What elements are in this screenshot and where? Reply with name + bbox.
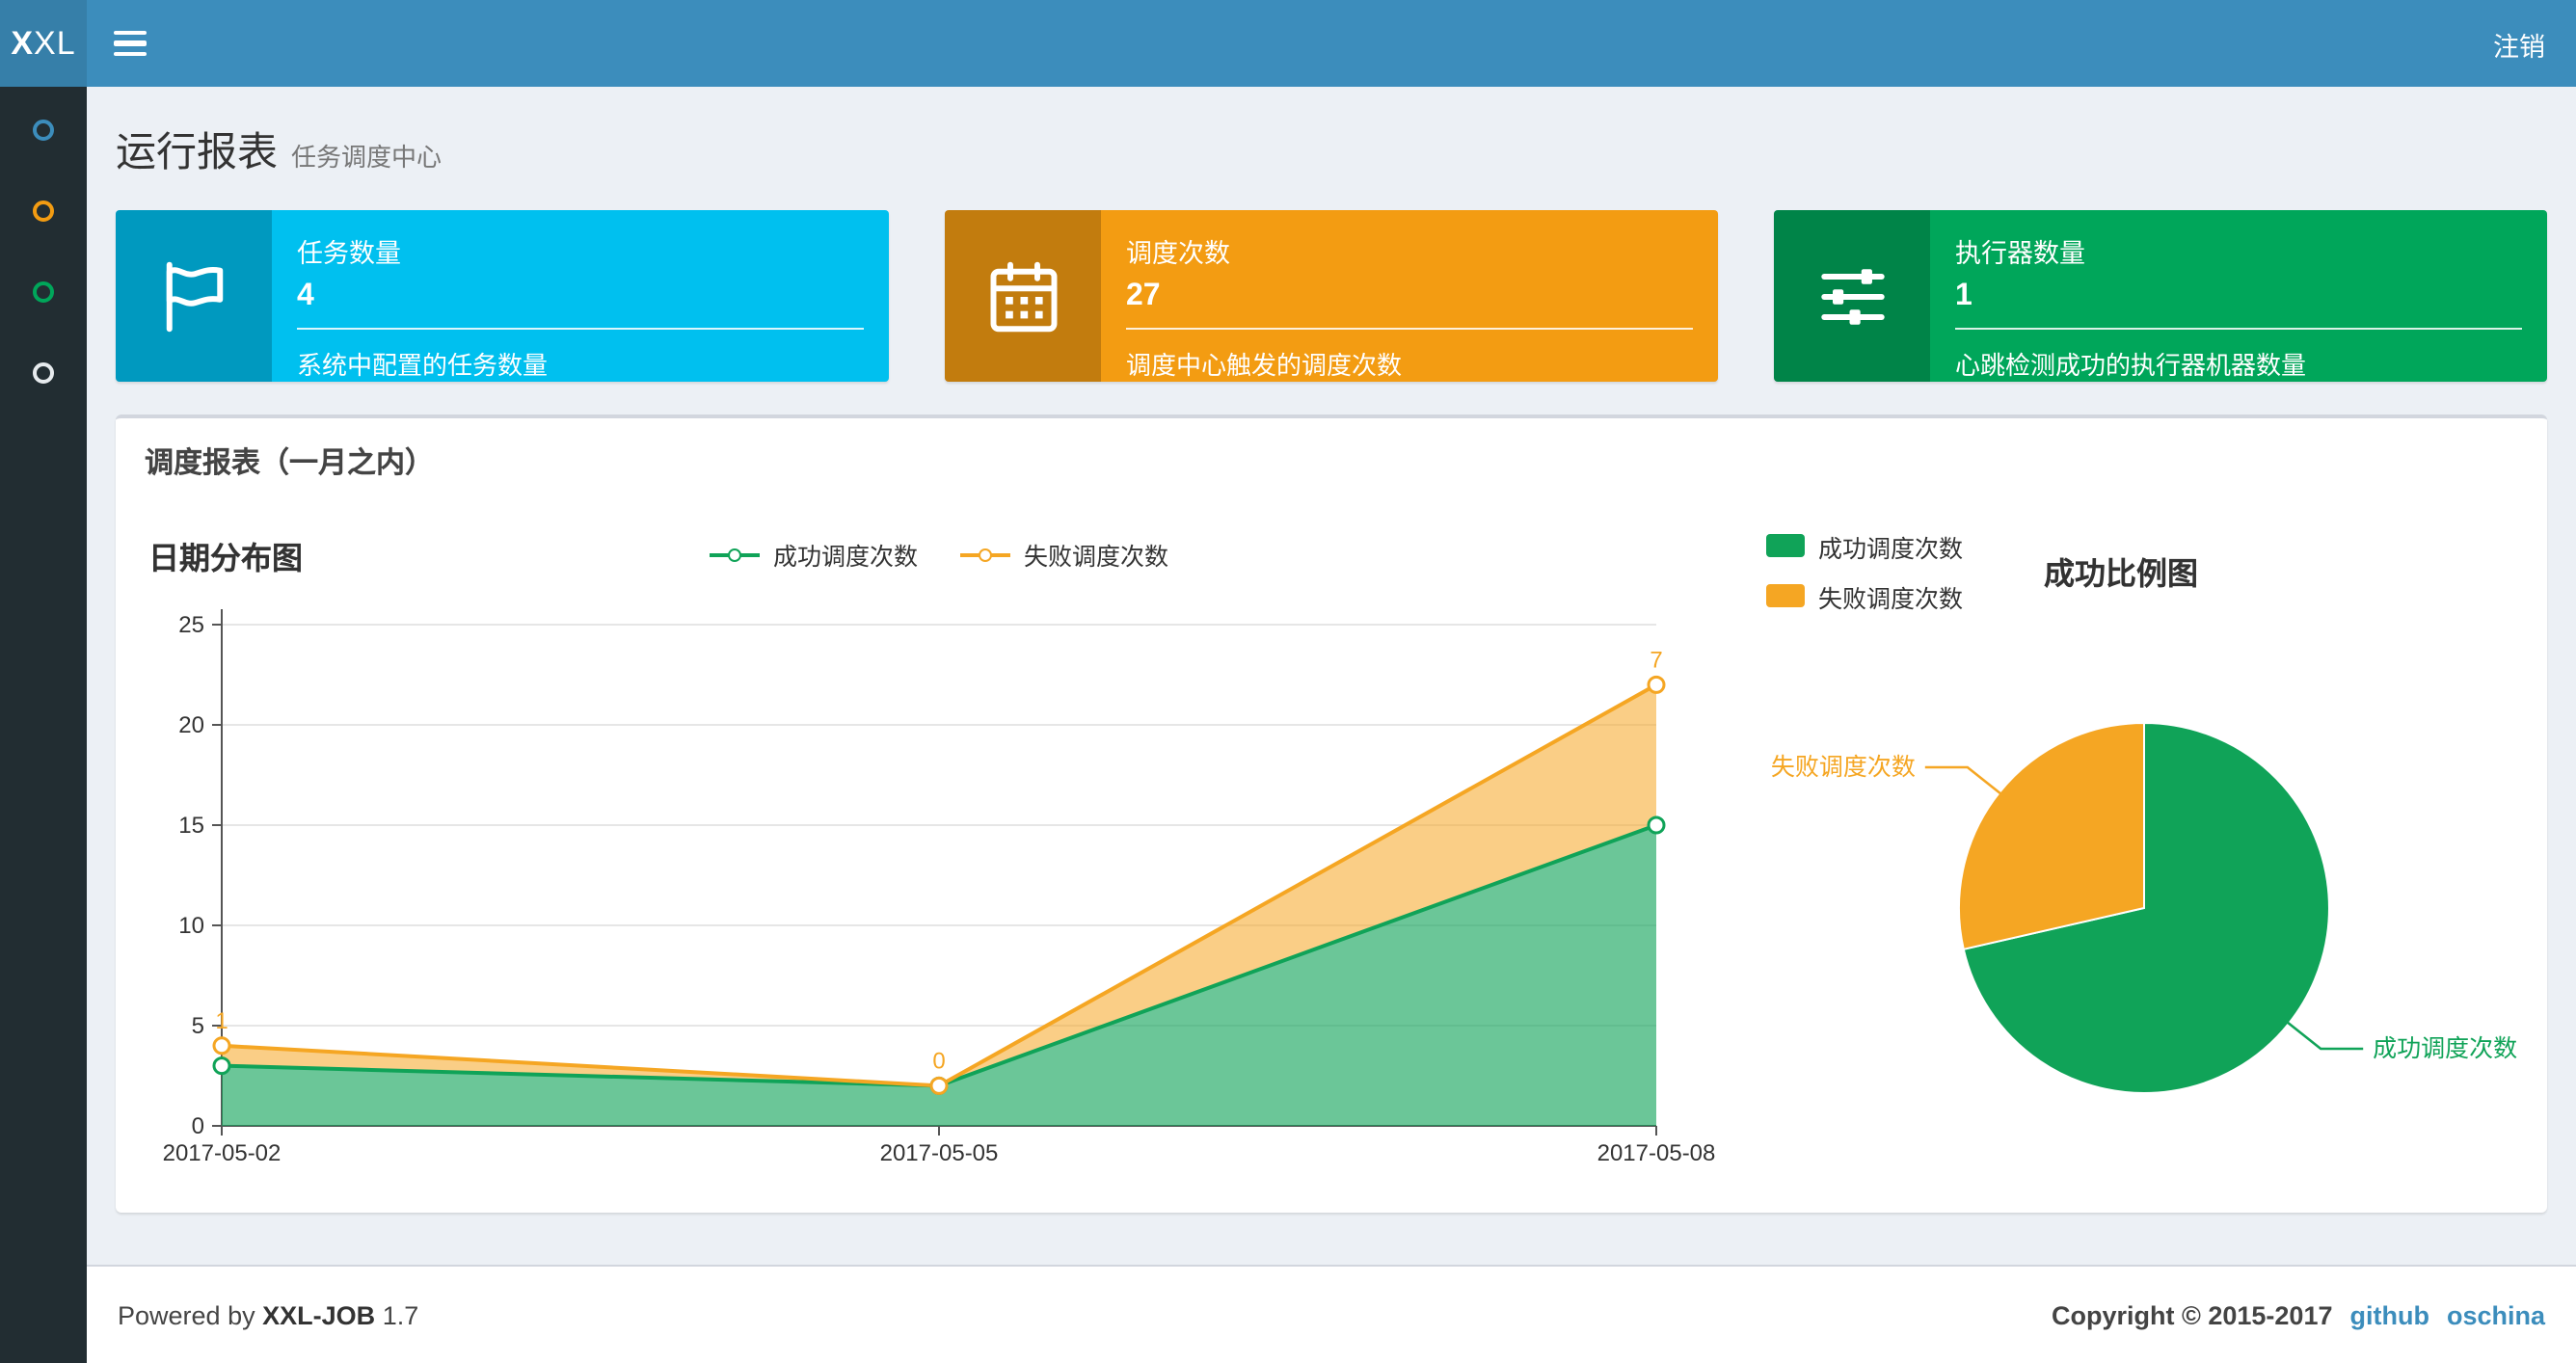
line-chart-title: 日期分布图 (148, 544, 304, 576)
legend-label: 失败调度次数 (1024, 544, 1169, 571)
svg-text:5: 5 (192, 1013, 204, 1039)
footer-right: Copyright © 2015-2017 github oschina (2052, 1300, 2545, 1329)
line-chart-legend: 成功调度次数 失败调度次数 (688, 528, 1190, 573)
info-box-desc: 心跳检测成功的执行器机器数量 (1955, 351, 2307, 380)
data-point (1647, 675, 1666, 694)
legend-swatch-icon (1766, 534, 1805, 557)
svg-text:25: 25 (178, 612, 204, 638)
pie-chart-legend: 成功调度次数 失败调度次数 (1766, 527, 1963, 614)
flag-icon (116, 210, 272, 382)
oschina-link[interactable]: oschina (2447, 1300, 2545, 1329)
info-box-triggers: 调度次数 27 调度中心触发的调度次数 (945, 210, 1718, 382)
legend-item[interactable]: 失败调度次数 (1766, 577, 1963, 614)
menu-item-report[interactable] (33, 120, 54, 141)
info-box-desc: 系统中配置的任务数量 (297, 351, 549, 380)
data-point (1647, 815, 1666, 835)
info-box-value: 4 (297, 280, 314, 312)
data-point (212, 1036, 231, 1056)
sidebar (0, 87, 87, 1363)
svg-text:0: 0 (932, 1048, 945, 1074)
logo-text-bold: X (11, 24, 35, 61)
page-title-text: 运行报表 (116, 131, 278, 175)
info-box-executors: 执行器数量 1 心跳检测成功的执行器机器数量 (1774, 210, 2547, 382)
line-chart-header: 日期分布图 成功调度次数 失败调度次数 (145, 528, 1733, 586)
legend-item[interactable]: 成功调度次数 (1766, 527, 1963, 564)
legend-label: 失败调度次数 (1818, 585, 1964, 612)
info-box-title: 执行器数量 (1955, 239, 2085, 268)
page-header: 运行报表 任务调度中心 (87, 87, 2576, 179)
legend-label: 成功调度次数 (772, 544, 918, 571)
line-chart-area: 日期分布图 成功调度次数 失败调度次数 0 5 10 15 20 25 2017-05-02 2… (145, 528, 1733, 1176)
svg-text:2017-05-02: 2017-05-02 (163, 1140, 282, 1166)
legend-item[interactable]: 成功调度次数 (709, 536, 918, 573)
svg-text:失败调度次数: 失败调度次数 (1771, 754, 1916, 781)
pie-chart-canvas: 成功调度次数 失败调度次数 (1771, 721, 2517, 1094)
logo-text: XL (34, 24, 76, 61)
page-subtitle: 任务调度中心 (291, 143, 443, 172)
svg-text:2017-05-08: 2017-05-08 (1597, 1140, 1716, 1166)
legend-line-marker-icon (960, 548, 1010, 561)
pie-chart-area: 成功调度次数 失败调度次数 成功比例图 成功调度次数 失败调度次数 (1766, 528, 2518, 1176)
hamburger-icon (114, 30, 147, 36)
main-content: 运行报表 任务调度中心 任务数量 4 系统中配置的任务数量 调度次数 27 调度… (87, 87, 2576, 1265)
info-box-divider (1955, 328, 2522, 330)
legend-swatch-icon (1766, 584, 1805, 607)
calendar-icon (945, 210, 1101, 382)
data-point (929, 1076, 949, 1095)
info-box-title: 调度次数 (1126, 239, 1230, 268)
github-link[interactable]: github (2350, 1300, 2429, 1329)
info-box-desc: 调度中心触发的调度次数 (1126, 351, 1403, 380)
svg-text:0: 0 (192, 1113, 204, 1139)
svg-text:1: 1 (215, 1008, 228, 1034)
powered-prefix: Powered by (118, 1300, 255, 1329)
svg-text:20: 20 (178, 712, 204, 738)
info-box-jobs: 任务数量 4 系统中配置的任务数量 (116, 210, 889, 382)
brand-name: XXL-JOB (262, 1300, 376, 1329)
svg-text:2017-05-05: 2017-05-05 (880, 1140, 999, 1166)
sliders-icon (1774, 210, 1930, 382)
pie-chart-header: 成功调度次数 失败调度次数 成功比例图 (1766, 528, 2518, 613)
menu-item-job-manage[interactable] (33, 200, 54, 222)
info-box-divider (297, 328, 864, 330)
app-root: X XL 注销 运行报表 任务调度中心 任务数量 4 系统中配置的任务数量 调度… (0, 0, 2576, 1363)
legend-label: 成功调度次数 (1818, 535, 1964, 562)
brand-version: 1.7 (382, 1300, 419, 1329)
info-box-row: 任务数量 4 系统中配置的任务数量 调度次数 27 调度中心触发的调度次数 执行… (87, 210, 2576, 382)
pie-chart-title: 成功比例图 (2044, 559, 2199, 592)
logout-link[interactable]: 注销 (2462, 0, 2576, 87)
hamburger-icon (114, 40, 147, 46)
svg-text:15: 15 (178, 813, 204, 839)
legend-line-marker-icon (709, 548, 760, 561)
svg-text:7: 7 (1650, 647, 1662, 673)
info-box-body: 任务数量 4 系统中配置的任务数量 (272, 210, 889, 382)
panel-body: 日期分布图 成功调度次数 失败调度次数 0 5 10 15 20 25 2017-05-02 2… (116, 482, 2547, 1176)
panel-title: 调度报表（一月之内） (145, 447, 435, 480)
report-panel: 调度报表（一月之内） 日期分布图 成功调度次数 失败调度次数 0 5 10 15 20 25… (116, 414, 2547, 1213)
hamburger-icon (114, 51, 147, 57)
pie-slice-2[interactable] (1957, 721, 2145, 950)
info-box-body: 调度次数 27 调度中心触发的调度次数 (1101, 210, 1718, 382)
page-title: 运行报表 任务调度中心 (116, 121, 2547, 179)
menu-item-dispatch-log[interactable] (33, 281, 54, 303)
app-logo[interactable]: X XL (0, 0, 87, 87)
data-point (212, 1056, 231, 1076)
sidebar-menu (0, 87, 87, 384)
line-chart-canvas: 05101520252017-05-02 2017-05-05 2017-05-08… (163, 609, 1716, 1166)
info-box-value: 1 (1955, 280, 1972, 312)
info-box-body: 执行器数量 1 心跳检测成功的执行器机器数量 (1930, 210, 2547, 382)
page-footer: Powered by XXL-JOB 1.7 Copyright © 2015-… (87, 1265, 2576, 1363)
sidebar-toggle-button[interactable] (87, 0, 174, 87)
powered-by: Powered by XXL-JOB 1.7 (118, 1300, 418, 1329)
info-box-divider (1126, 328, 1693, 330)
svg-text:10: 10 (178, 913, 204, 939)
copyright: Copyright © 2015-2017 (2051, 1300, 2333, 1329)
top-navbar: X XL 注销 (0, 0, 2576, 87)
info-box-title: 任务数量 (297, 239, 401, 268)
legend-item[interactable]: 失败调度次数 (960, 536, 1168, 573)
info-box-value: 27 (1126, 280, 1161, 312)
menu-item-executor-manage[interactable] (33, 362, 54, 384)
svg-text:成功调度次数: 成功调度次数 (2373, 1035, 2517, 1062)
